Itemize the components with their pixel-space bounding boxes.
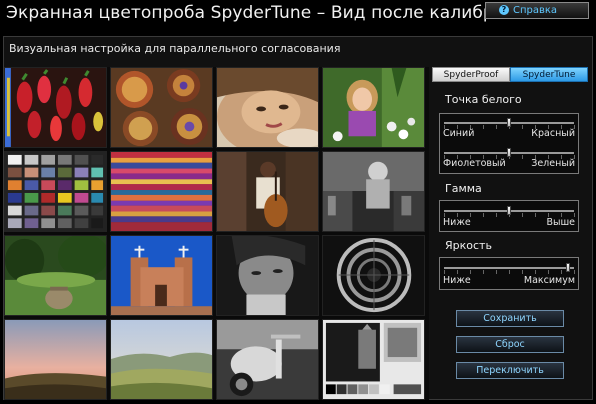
slider-tick (561, 270, 562, 274)
slider-tick (548, 270, 549, 274)
cellist-image (216, 151, 319, 232)
brightness-label: Яркость (445, 239, 492, 252)
brightness-slider-group: Ниже Максимум (439, 257, 579, 290)
scooter-bw-image (216, 319, 319, 400)
white-point-slider-group: Синий Красный Фиолетовый Зеленый (439, 113, 579, 174)
slider-tick (574, 270, 575, 274)
woven-textiles-image (110, 151, 213, 232)
gray-test-target-image (322, 319, 425, 400)
title-bar: Экранная цветопроба SpyderTune – Вид пос… (0, 0, 596, 36)
gamma-label: Гамма (445, 182, 482, 195)
brightness-slider-thumb[interactable] (565, 263, 570, 272)
help-button-label: Справка (513, 5, 558, 16)
clay-bowls-image (110, 67, 213, 148)
slider-tick (535, 213, 536, 217)
red-label: Красный (531, 128, 575, 139)
tab-spyderproof[interactable]: SpyderProof (432, 67, 510, 82)
toggle-button[interactable]: Переключить (456, 362, 564, 379)
app-title: Экранная цветопроба SpyderTune – Вид пос… (6, 3, 536, 23)
cafe-street-image (322, 151, 425, 232)
brightness-track (444, 267, 574, 269)
brightness-ticks (444, 270, 575, 274)
blue-red-slider-thumb[interactable] (507, 118, 511, 127)
save-button[interactable]: Сохранить (456, 310, 564, 327)
bw-portrait-image (216, 235, 319, 316)
peppers-image (4, 67, 107, 148)
color-chart-image (4, 151, 107, 232)
girl-flowers-image (322, 67, 425, 148)
gamma-slider-group: Ниже Выше (439, 200, 579, 232)
slider-tick (496, 125, 497, 129)
white-point-label: Точка белого (445, 93, 522, 106)
slider-tick (522, 155, 523, 159)
green-label: Зеленый (531, 158, 575, 169)
tuscan-hills-image (110, 319, 213, 400)
slider-tick (457, 270, 458, 274)
slider-tick (483, 270, 484, 274)
garden-urn-image (4, 235, 107, 316)
slider-tick (496, 213, 497, 217)
woman-portrait-image (216, 67, 319, 148)
brightness-low-label: Ниже (443, 275, 471, 286)
question-icon: ? (499, 5, 509, 15)
gamma-high-label: Выше (546, 217, 575, 228)
slider-tick (470, 270, 471, 274)
slider-tick (483, 213, 484, 217)
gamma-low-label: Ниже (443, 217, 471, 228)
slider-tick (522, 213, 523, 217)
purple-label: Фиолетовый (443, 158, 506, 169)
mode-tabs: SpyderProof SpyderTune (432, 67, 588, 82)
slider-tick (509, 270, 510, 274)
slider-tick (444, 270, 445, 274)
help-button[interactable]: ? Справка (485, 2, 589, 19)
slider-tick (496, 270, 497, 274)
adobe-church-image (110, 235, 213, 316)
gamma-slider-thumb[interactable] (507, 206, 511, 215)
slider-tick (522, 125, 523, 129)
blue-label: Синий (443, 128, 475, 139)
reset-button[interactable]: Сброс (456, 336, 564, 353)
slider-tick (535, 270, 536, 274)
sunset-sky-image (4, 319, 107, 400)
brightness-max-label: Максимум (523, 275, 575, 286)
spiral-staircase-image (322, 235, 425, 316)
slider-tick (483, 125, 484, 129)
page-subtitle: Визуальная настройка для параллельного с… (9, 42, 341, 55)
purple-green-slider-thumb[interactable] (507, 148, 511, 157)
slider-tick (522, 270, 523, 274)
image-grid (4, 67, 429, 400)
tab-spydertune[interactable]: SpyderTune (510, 67, 588, 82)
